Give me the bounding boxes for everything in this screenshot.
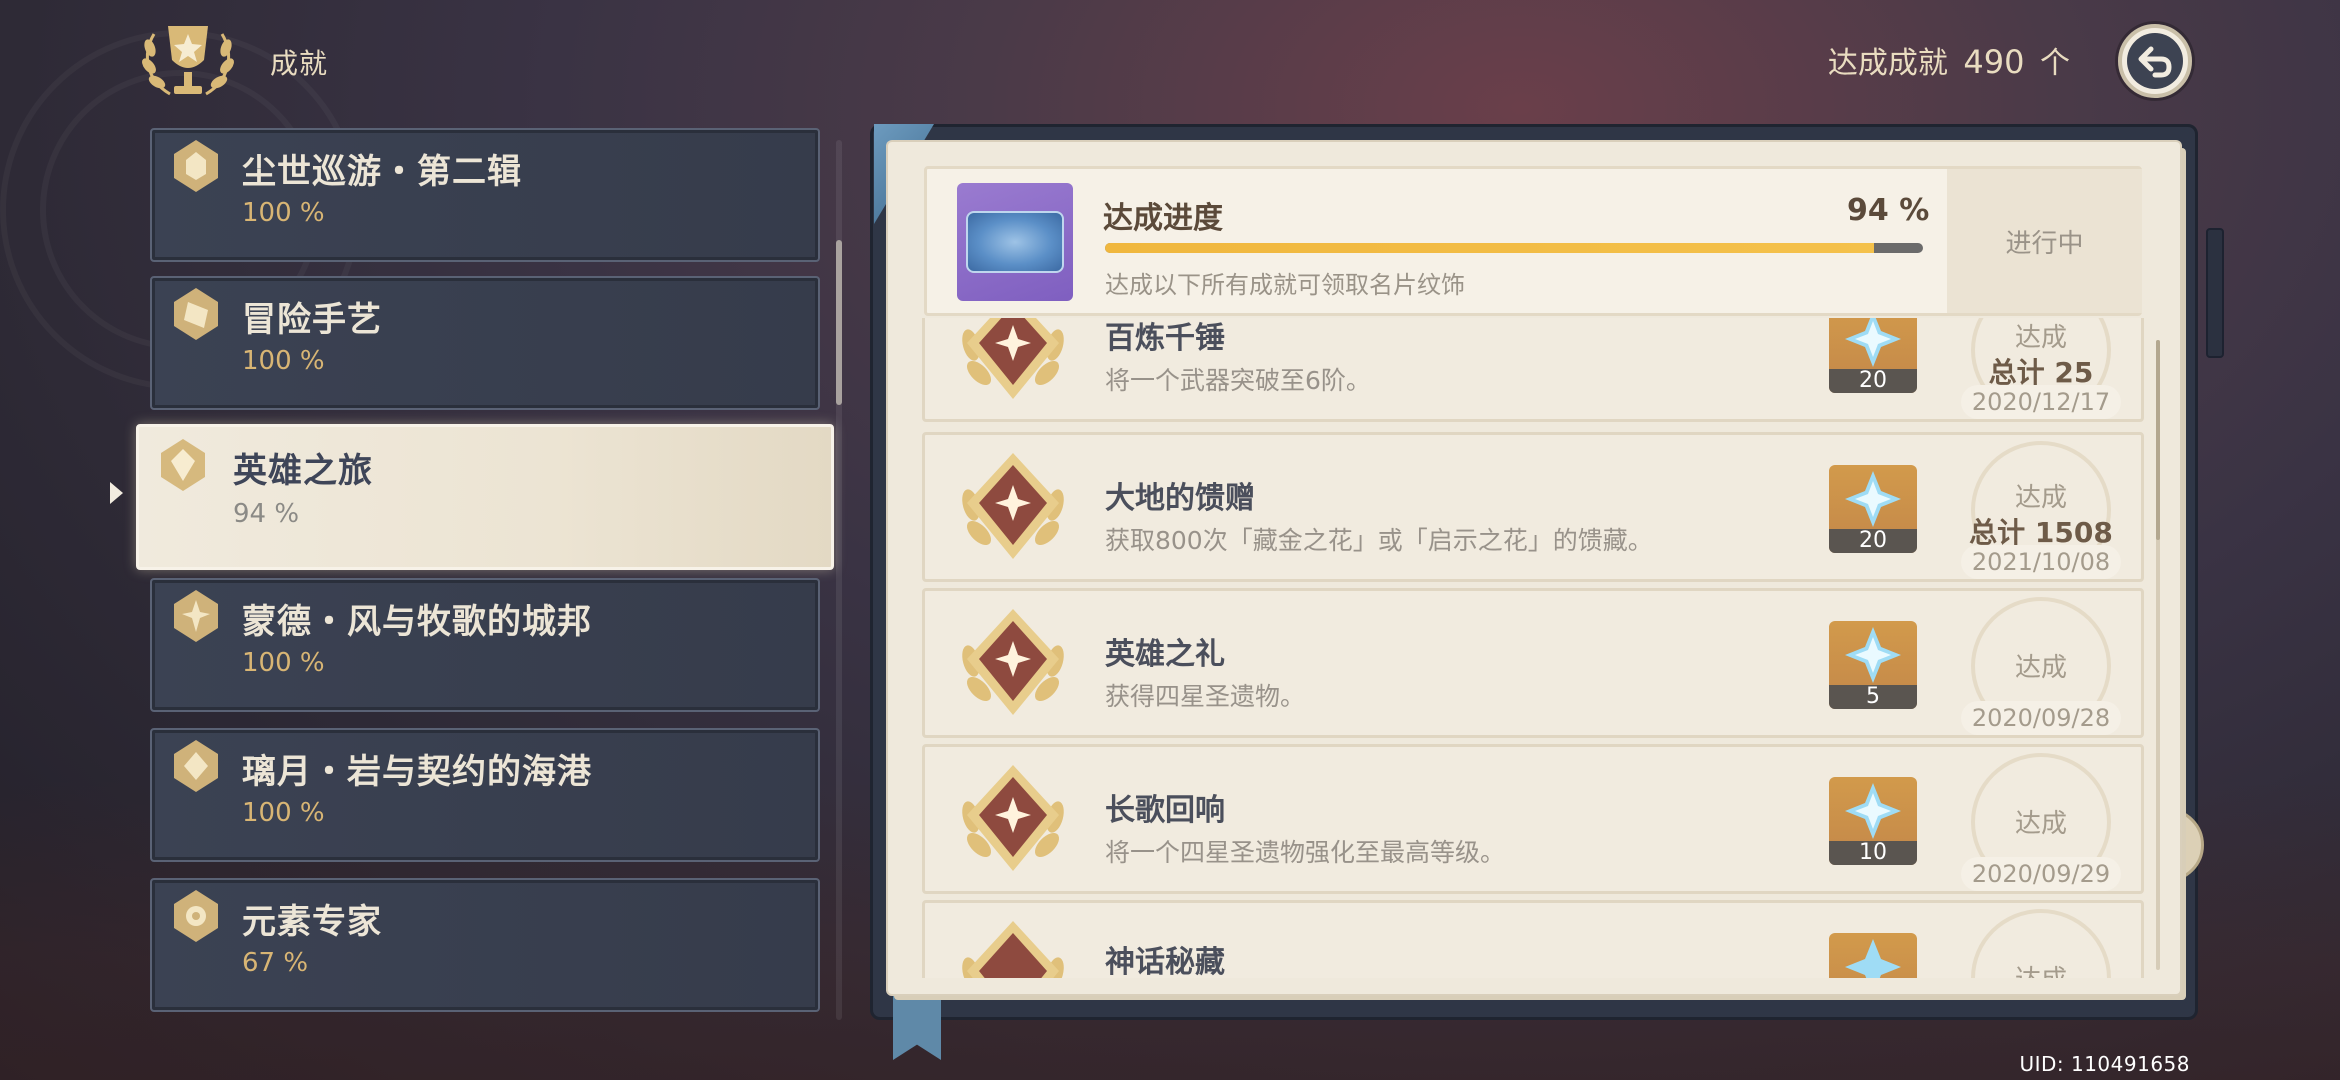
achievement-medal-icon (962, 765, 1064, 871)
namecard-reward-icon[interactable] (957, 183, 1073, 301)
category-percent: 100 % (242, 198, 325, 228)
primogem-icon (1845, 627, 1901, 683)
category-badge-icon (174, 288, 218, 340)
category-item[interactable]: 尘世巡游・第二辑 100 % (150, 128, 820, 262)
completion-stamp: 达成 总计 1508 2021/10/08 (1955, 441, 2127, 579)
category-item-selected[interactable]: 英雄之旅 94 % (136, 424, 834, 570)
stamp-status: 达成 (1955, 959, 2127, 978)
stamp-status: 达成 (2014, 323, 2067, 353)
completion-stamp: 达成 2020/09/29 (1955, 753, 2127, 891)
category-name: 璃月・岩与契约的海港 (242, 752, 592, 792)
achievement-description: 将一个四星圣遗物强化至最高等级。 (1105, 838, 1506, 867)
achievement-title: 百炼千锤 (1105, 321, 1225, 356)
achievement-title: 神话秘藏 (1105, 945, 1225, 978)
achievement-medal-icon (962, 921, 1064, 978)
category-item[interactable]: 元素专家 67 % (150, 878, 820, 1012)
completion-stamp: 达成 总计 25 2020/12/17 (1955, 318, 2127, 419)
back-button[interactable] (2118, 24, 2192, 98)
sidebar-scrollbar[interactable] (836, 140, 842, 1020)
category-percent: 67 % (242, 948, 309, 978)
back-arrow-icon (2138, 46, 2172, 78)
primogem-icon (1845, 939, 1901, 978)
reward-count: 20 (1829, 369, 1917, 393)
category-item[interactable]: 璃月・岩与契约的海港 100 % (150, 728, 820, 862)
category-percent: 100 % (242, 798, 325, 828)
category-badge-icon (174, 740, 218, 792)
achievement-title: 长歌回响 (1105, 793, 1225, 828)
progress-percent: 94 % (1847, 193, 1930, 228)
category-name: 英雄之旅 (233, 451, 373, 491)
category-name: 尘世巡游・第二辑 (242, 152, 522, 192)
category-badge-icon (161, 439, 205, 491)
category-percent: 100 % (242, 346, 325, 376)
trophy-icon (142, 26, 234, 96)
category-name: 冒险手艺 (242, 300, 382, 340)
category-badge-icon (174, 890, 218, 942)
achieved-unit: 个 (2040, 46, 2070, 81)
stamp-status: 达成 (2014, 653, 2067, 683)
category-percent: 100 % (242, 648, 325, 678)
achievement-list[interactable]: 百炼千锤 将一个武器突破至6阶。 20 达成 总计 25 2020/12/17 … (922, 318, 2144, 978)
achievement-medal-icon (962, 318, 1064, 399)
achievement-row[interactable]: 百炼千锤 将一个武器突破至6阶。 20 达成 总计 25 2020/12/17 (922, 318, 2144, 422)
reward-item[interactable]: 5 (1829, 621, 1917, 709)
progress-description: 达成以下所有成就可领取名片纹饰 (1105, 271, 1465, 299)
achievement-title: 英雄之礼 (1105, 637, 1225, 672)
page-title: 成就 (270, 47, 329, 80)
progress-card: 达成进度 94 % 达成以下所有成就可领取名片纹饰 进行中 (924, 166, 2142, 316)
uid-label: UID: 110491658 (2019, 1052, 2190, 1076)
primogem-icon (1845, 783, 1901, 839)
category-item[interactable]: 蒙德・风与牧歌的城邦 100 % (150, 578, 820, 712)
achievement-description: 获得四星圣遗物。 (1105, 682, 1306, 711)
achievement-scrollbar[interactable] (2156, 340, 2160, 970)
reward-item[interactable] (1829, 933, 1917, 978)
achieved-label: 达成成就 (1827, 46, 1948, 81)
progress-bar-fill (1105, 243, 1874, 253)
achievement-medal-icon (962, 453, 1064, 559)
book-side-tab (2206, 228, 2224, 358)
reward-item[interactable]: 10 (1829, 777, 1917, 865)
achievement-row[interactable]: 大地的馈赠 获取800次「藏金之花」或「启示之花」的馈藏。 20 达成 总计 1… (922, 432, 2144, 582)
progress-label: 达成进度 (1103, 201, 1223, 236)
stamp-date: 2020/09/29 (1961, 857, 2121, 891)
selected-pointer-icon (110, 482, 123, 504)
category-badge-icon (174, 140, 218, 192)
stamp-status: 达成 (2014, 483, 2067, 513)
completion-stamp: 达成 (1955, 909, 2127, 978)
stamp-date: 2020/09/28 (1961, 701, 2121, 735)
sidebar-scroll-thumb[interactable] (836, 240, 842, 405)
stamp-status: 达成 (2014, 809, 2067, 839)
achievement-medal-icon (962, 609, 1064, 715)
progress-bar (1105, 243, 1923, 253)
primogem-icon (1845, 471, 1901, 527)
stamp-date: 2020/12/17 (1961, 385, 2121, 419)
achievement-row[interactable]: 长歌回响 将一个四星圣遗物强化至最高等级。 10 达成 2020/09/29 (922, 744, 2144, 894)
achievement-description: 获取800次「藏金之花」或「启示之花」的馈藏。 (1105, 526, 1653, 555)
achievement-row[interactable]: 英雄之礼 获得四星圣遗物。 5 达成 2020/09/28 (922, 588, 2144, 738)
category-name: 元素专家 (242, 902, 382, 942)
achieved-count: 490 (1963, 43, 2025, 81)
reward-item[interactable]: 20 (1829, 318, 1917, 393)
category-name: 蒙德・风与牧歌的城邦 (242, 602, 592, 642)
completion-stamp: 达成 2020/09/28 (1955, 597, 2127, 735)
progress-status: 进行中 (1947, 169, 2142, 313)
primogem-icon (1845, 318, 1901, 367)
achievement-description: 将一个武器突破至6阶。 (1105, 366, 1371, 395)
stamp-date: 2021/10/08 (1961, 545, 2121, 579)
category-item[interactable]: 冒险手艺 100 % (150, 276, 820, 410)
achievement-row[interactable]: 神话秘藏 达成 (922, 900, 2144, 978)
achievement-scroll-thumb[interactable] (2156, 340, 2160, 540)
category-percent: 94 % (233, 499, 300, 529)
reward-count: 20 (1829, 529, 1917, 553)
achievement-title: 大地的馈赠 (1105, 481, 1255, 516)
reward-count: 10 (1829, 841, 1917, 865)
reward-item[interactable]: 20 (1829, 465, 1917, 553)
reward-count: 5 (1829, 685, 1917, 709)
achieved-total: 达成成就 490 个 (1828, 38, 2070, 82)
category-badge-icon (174, 590, 218, 642)
